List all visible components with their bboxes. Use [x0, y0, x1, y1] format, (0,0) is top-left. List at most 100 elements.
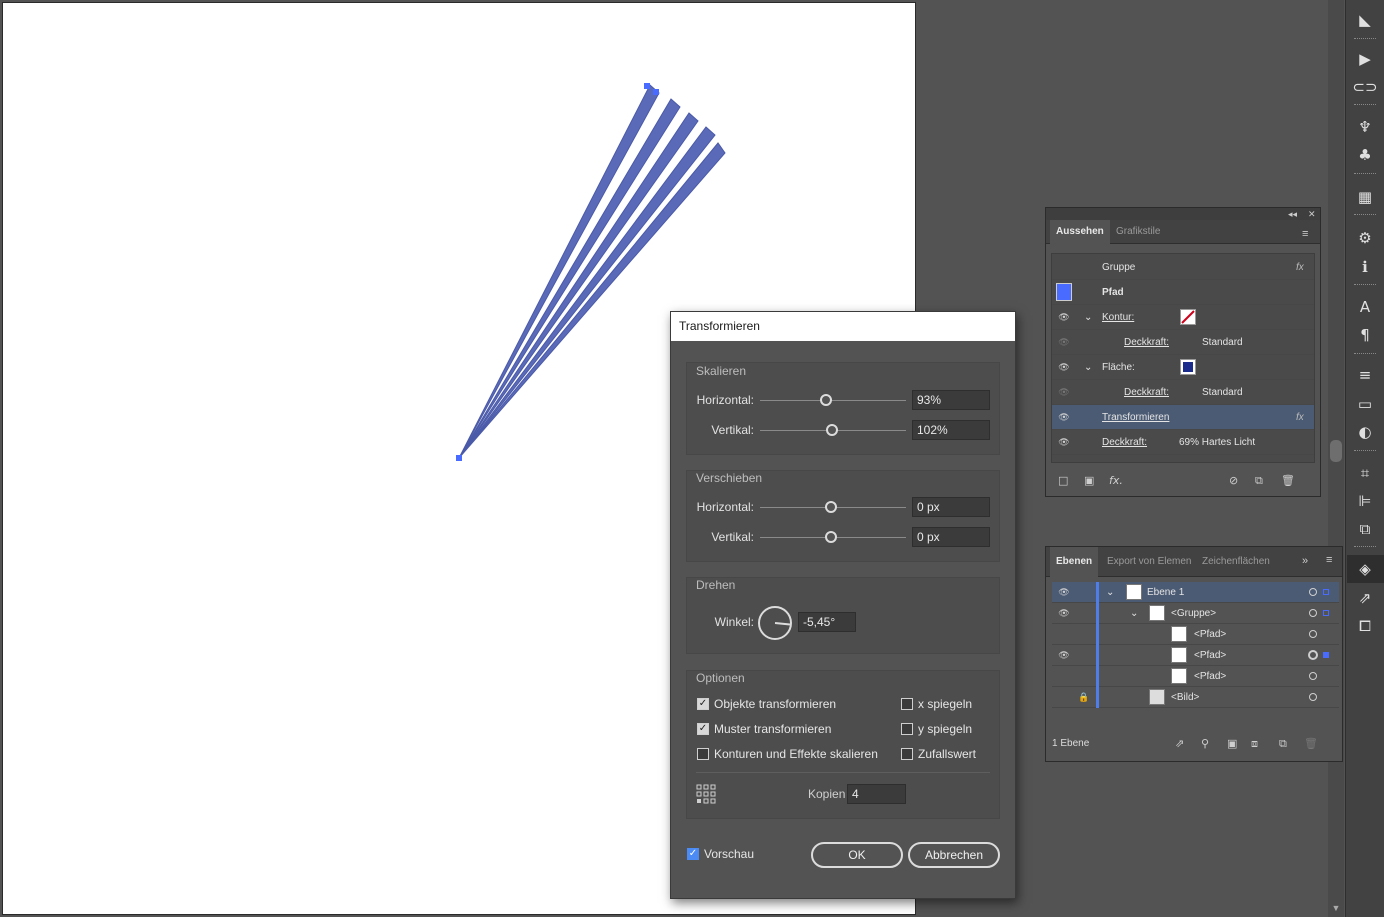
- transform-effect-label[interactable]: Transformieren: [1102, 405, 1169, 430]
- shape-tool-icon[interactable]: ◣: [1350, 8, 1380, 32]
- new-stroke-icon[interactable]: □: [1058, 474, 1068, 487]
- stroke-icon[interactable]: ≡: [1350, 363, 1380, 387]
- visibility-eye-icon[interactable]: 👁: [1058, 387, 1070, 397]
- link-icon[interactable]: ⊂⊃: [1350, 75, 1380, 99]
- fill-swatch[interactable]: [1180, 359, 1196, 375]
- toolbar-grip[interactable]: [1354, 214, 1376, 217]
- search-icon[interactable]: ⚲: [1201, 737, 1209, 750]
- properties-gear-icon[interactable]: ⚙: [1350, 226, 1380, 250]
- target-circle-icon[interactable]: [1309, 630, 1317, 638]
- selection-square-icon[interactable]: [1323, 610, 1329, 616]
- paragraph-styles-icon[interactable]: ¶: [1350, 323, 1380, 347]
- appearance-row-transform[interactable]: 👁 Transformieren fx: [1052, 405, 1314, 430]
- new-sublayer-icon[interactable]: ⧈: [1251, 737, 1258, 751]
- add-effect-icon[interactable]: fx.: [1109, 474, 1123, 487]
- gradient-icon[interactable]: ▭: [1350, 392, 1380, 416]
- lock-icon[interactable]: 🔒: [1078, 687, 1089, 708]
- layer-label[interactable]: <Pfad>: [1194, 666, 1226, 687]
- selection-square-icon[interactable]: [1323, 652, 1329, 658]
- duplicate-item-icon[interactable]: ⧉: [1255, 474, 1263, 488]
- collapse-icon[interactable]: ◂◂: [1288, 209, 1297, 220]
- transform-icon[interactable]: ⌗: [1350, 461, 1380, 485]
- info-icon[interactable]: ℹ: [1350, 255, 1380, 279]
- new-layer-icon[interactable]: ⧉: [1279, 737, 1287, 751]
- toolbar-grip[interactable]: [1354, 104, 1376, 107]
- expand-panels-icon[interactable]: »: [1302, 555, 1308, 567]
- slider-knob[interactable]: [820, 394, 832, 406]
- random-checkbox[interactable]: [901, 748, 913, 760]
- appearance-row-stroke[interactable]: 👁 ⌄ Kontur:: [1052, 305, 1314, 330]
- scale-horizontal-input[interactable]: 93%: [912, 390, 990, 410]
- opacity-label[interactable]: Deckkraft:: [1102, 430, 1147, 455]
- delete-layer-icon[interactable]: 🗑: [1304, 737, 1318, 750]
- scale-horizontal-slider[interactable]: [760, 400, 906, 401]
- preview-label[interactable]: Vorschau: [704, 847, 754, 861]
- toolbar-grip[interactable]: [1354, 353, 1376, 356]
- visibility-eye-icon[interactable]: 👁: [1058, 362, 1070, 372]
- layer-label[interactable]: <Pfad>: [1194, 624, 1226, 645]
- swatches-icon[interactable]: ▦: [1350, 185, 1380, 209]
- opacity-label[interactable]: Deckkraft:: [1124, 330, 1169, 355]
- chevron-down-icon[interactable]: ⌄: [1084, 355, 1092, 380]
- panel-header-bar[interactable]: [1046, 208, 1320, 220]
- chevron-down-icon[interactable]: ⌄: [1106, 582, 1114, 603]
- layer-label[interactable]: <Pfad>: [1194, 645, 1226, 666]
- transform-objects-checkbox[interactable]: ✓: [697, 698, 709, 710]
- visibility-eye-icon[interactable]: 👁: [1058, 437, 1070, 447]
- visibility-eye-icon[interactable]: 👁: [1058, 650, 1070, 660]
- target-circle-icon[interactable]: [1309, 588, 1317, 596]
- artboards-icon[interactable]: ⧠: [1350, 614, 1380, 638]
- chevron-down-icon[interactable]: ⌄: [1084, 305, 1092, 330]
- preview-checkbox[interactable]: ✓: [687, 848, 699, 860]
- tab-graphic-styles[interactable]: Grafikstile: [1110, 220, 1166, 244]
- slider-knob[interactable]: [825, 501, 837, 513]
- appearance-row-fill-opacity[interactable]: 👁 Deckkraft: Standard: [1052, 380, 1314, 405]
- copies-input[interactable]: 4: [847, 784, 906, 804]
- angle-input[interactable]: -5,45°: [798, 612, 856, 632]
- transparency-icon[interactable]: ◐: [1350, 420, 1380, 444]
- reflect-x-label[interactable]: x spiegeln: [918, 697, 972, 711]
- export-icon[interactable]: ⇗: [1175, 737, 1184, 750]
- appearance-row-stroke-opacity[interactable]: 👁 Deckkraft: Standard: [1052, 330, 1314, 355]
- toolbar-grip[interactable]: [1354, 173, 1376, 176]
- target-circle-icon[interactable]: [1309, 693, 1317, 701]
- scale-vertical-input[interactable]: 102%: [912, 420, 990, 440]
- transform-patterns-label[interactable]: Muster transformieren: [714, 722, 831, 736]
- layer-row-group[interactable]: 👁 ⌄ <Gruppe>: [1052, 603, 1339, 624]
- visibility-eye-icon[interactable]: 👁: [1058, 312, 1070, 322]
- slider-knob[interactable]: [826, 424, 838, 436]
- toolbar-grip[interactable]: [1354, 546, 1376, 549]
- stroke-label[interactable]: Kontur:: [1102, 305, 1134, 330]
- reference-point-icon[interactable]: [696, 784, 716, 804]
- tab-asset-export[interactable]: Export von Elemen: [1101, 547, 1197, 577]
- symbol-sprayer-icon[interactable]: ♆: [1350, 115, 1380, 139]
- appearance-row-path[interactable]: Pfad: [1052, 280, 1314, 305]
- ok-button[interactable]: OK: [811, 842, 903, 868]
- play-icon[interactable]: ▶: [1350, 47, 1380, 71]
- layer-label[interactable]: <Gruppe>: [1171, 603, 1216, 624]
- cancel-button[interactable]: Abbrechen: [908, 842, 1000, 868]
- delete-item-icon[interactable]: 🗑: [1281, 474, 1295, 487]
- panel-menu-icon[interactable]: ≡: [1326, 554, 1332, 566]
- slider-knob[interactable]: [825, 531, 837, 543]
- scale-strokes-label[interactable]: Konturen und Effekte skalieren: [714, 747, 878, 761]
- tab-appearance[interactable]: Aussehen: [1050, 220, 1110, 244]
- layer-row-image[interactable]: 🔒 <Bild>: [1052, 687, 1339, 708]
- move-vertical-input[interactable]: 0 px: [912, 527, 990, 547]
- selection-square-icon[interactable]: [1323, 589, 1329, 595]
- scroll-down-icon[interactable]: ▼: [1330, 903, 1342, 915]
- scrollbar-thumb[interactable]: [1330, 440, 1342, 462]
- layers-icon[interactable]: ◈: [1350, 557, 1380, 581]
- visibility-eye-icon[interactable]: 👁: [1058, 608, 1070, 618]
- panel-menu-icon[interactable]: ≡: [1302, 228, 1308, 240]
- angle-dial[interactable]: [757, 605, 793, 641]
- layer-row-path[interactable]: <Pfad>: [1052, 666, 1339, 687]
- layer-label[interactable]: Ebene 1: [1147, 582, 1184, 603]
- reflect-y-checkbox[interactable]: [901, 723, 913, 735]
- tab-layers[interactable]: Ebenen: [1050, 547, 1099, 577]
- visibility-eye-icon[interactable]: 👁: [1058, 337, 1070, 347]
- reflect-y-label[interactable]: y spiegeln: [918, 722, 972, 736]
- layer-row-path[interactable]: 👁 <Pfad>: [1052, 645, 1339, 666]
- tab-artboards[interactable]: Zeichenflächen: [1196, 547, 1276, 577]
- target-circle-icon[interactable]: [1309, 672, 1317, 680]
